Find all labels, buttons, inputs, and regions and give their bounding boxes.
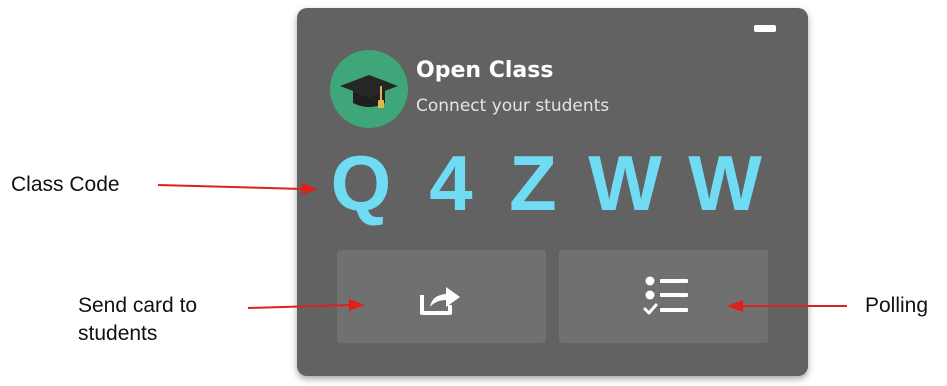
polling-arrow xyxy=(727,300,847,312)
send-card-arrow xyxy=(247,299,365,311)
callout-arrows xyxy=(157,183,847,312)
class-code-arrow xyxy=(157,183,318,195)
